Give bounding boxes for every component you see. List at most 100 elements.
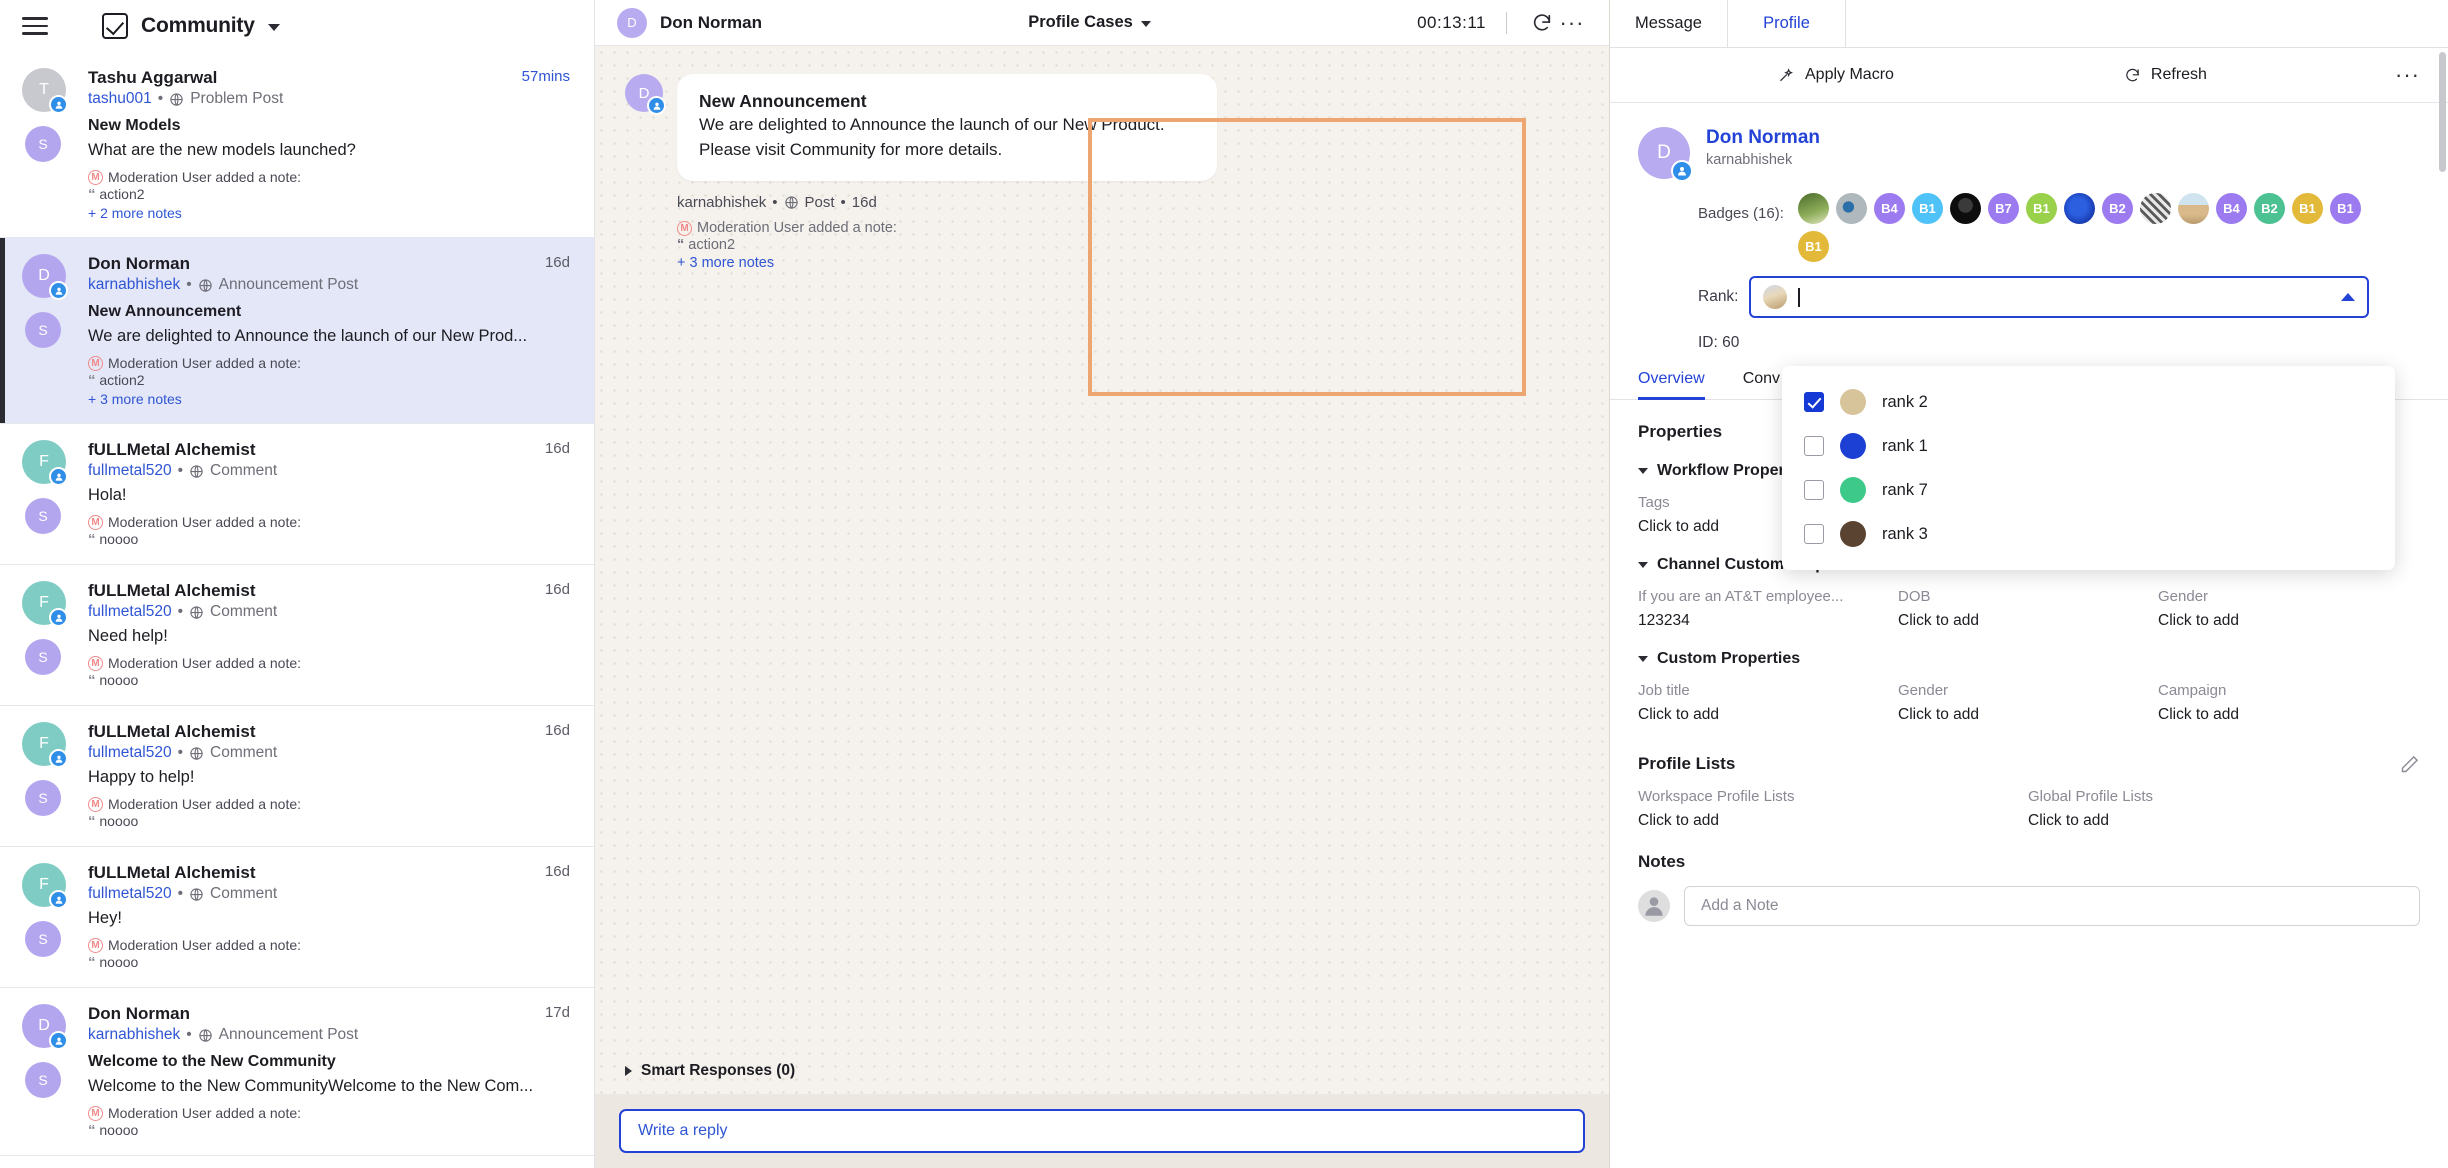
conversation-handle[interactable]: fullmetal520 [88,462,172,480]
custom-properties-header[interactable]: Custom Properties [1638,650,2420,668]
more-notes-link[interactable]: + 3 more notes [88,391,570,407]
refresh-label: Refresh [2150,66,2207,83]
rank-option-checkbox[interactable] [1804,480,1824,500]
rank-dropdown-menu[interactable]: rank 2 rank 1 rank 7 rank 3 [1782,366,2395,570]
badge-item[interactable]: B1 [1911,193,1943,224]
apply-macro-button[interactable]: Apply Macro [1778,66,1894,84]
more-notes-link[interactable]: + 2 more notes [88,205,570,221]
property-value[interactable]: 123234 [1638,612,1898,630]
conversation-list-item[interactable]: F SfULLMetal Alchemist 16d fullmetal520 • Com… [0,706,594,847]
conversation-list-item[interactable]: D S Don Norman 17d karnabhishek • Announcement… [0,988,594,1156]
conversation-list-item[interactable]: F SfULLMetal Alchemist 16d fullmetal520 • Com… [0,565,594,706]
overview-tab-overview[interactable]: Overview [1638,370,1725,400]
badges-label: Badges (16): [1698,205,1784,222]
badge-item[interactable] [1797,193,1829,224]
conversation-type: Problem Post [190,90,284,107]
rank-select-input[interactable] [1748,276,2369,318]
property-value[interactable]: Click to add [1898,706,2158,724]
rank-option-checkbox[interactable] [1804,436,1824,456]
tab-message[interactable]: Message [1610,0,1728,47]
conversation-list-item[interactable]: F SfULLMetal Alchemist 16d fullmetal520 • Com… [0,424,594,565]
rank-option[interactable]: rank 1 [1782,424,2395,468]
badge-item[interactable]: B4 [1873,193,1905,224]
rank-option-checkbox[interactable] [1804,524,1824,544]
add-note-input[interactable]: Add a Note [1684,886,2420,926]
more-options-icon[interactable]: ··· [1557,8,1587,38]
conversation-snippet: Happy to help! [88,768,195,786]
more-notes-link[interactable]: + 3 more notes [677,255,1217,271]
case-timer: 00:13:11 [1417,12,1486,32]
rank-label: Rank: [1698,288,1739,305]
profile-cases-selector[interactable]: Profile Cases [762,13,1417,32]
rank-option[interactable]: rank 2 [1782,380,2395,424]
conversation-list-item[interactable]: D S Don Norman 16d karnabhishek • Announcement… [0,238,594,424]
badge-item[interactable] [2177,193,2209,224]
rank-option[interactable]: rank 3 [1782,512,2395,556]
rank-option-label: rank 3 [1882,524,1928,543]
property-value[interactable]: Click to add [1638,812,2028,830]
property-value[interactable]: Click to add [1638,706,1898,724]
property-field: Job title Click to add [1638,682,1898,724]
property-value[interactable]: Click to add [2158,612,2418,630]
panel-scrollbar[interactable] [2439,52,2446,172]
property-field: Workspace Profile Lists Click to add [1638,788,2028,830]
quote-text: action2 [688,237,736,254]
property-label: Global Profile Lists [2028,788,2154,805]
conversation-list-item[interactable]: T S Tashu Aggarwal 57mins tashu001 • Problem P… [0,52,594,238]
channel-badge-icon [49,749,68,768]
reply-input[interactable]: Write a reply [619,1109,1585,1153]
secondary-avatar: S [25,1062,61,1098]
channel-badge-icon [49,608,68,627]
badge-item[interactable]: B2 [2101,193,2133,224]
refresh-button[interactable]: Refresh [2124,66,2207,84]
conversation-list[interactable]: T S Tashu Aggarwal 57mins tashu001 • Problem P… [0,52,594,1168]
badge-item[interactable]: B1 [2025,193,2057,224]
badge-item[interactable]: B1 [2329,193,2361,224]
rank-thumbnail-icon [1762,285,1787,309]
conversation-contact-name: Don Norman [660,12,762,32]
badge-item[interactable] [1835,193,1867,224]
badge-item[interactable]: B7 [1987,193,2019,224]
badges-grid[interactable]: B4 B1 B7 B1 B2 B4 B2 B1 B1 B1 [1797,193,2398,262]
conversation-subject: New Announcement [88,303,242,320]
tab-profile[interactable]: Profile [1728,0,1846,47]
rank-option[interactable]: rank 7 [1782,468,2395,512]
profile-name[interactable]: Don Norman [1706,127,1820,149]
badge-item[interactable] [1949,193,1981,224]
badge-item[interactable] [2063,193,2095,224]
panel-tabs[interactable]: Message Profile [1610,0,2448,48]
profile-panel: Message Profile Apply Macro Refresh ··· D… [1610,0,2448,1168]
conversation-handle[interactable]: fullmetal520 [88,885,172,903]
conversation-content: Tashu Aggarwal 57mins tashu001 • Problem Pos… [88,68,574,221]
conversation-handle[interactable]: tashu001 [88,90,152,108]
badge-item[interactable]: B4 [2215,193,2247,224]
badge-item[interactable] [2139,193,2171,224]
chevron-up-icon[interactable] [2340,293,2355,301]
globe-icon [784,195,799,210]
conversation-timestamp: 17d [544,1004,570,1021]
refresh-icon[interactable] [1527,8,1557,38]
conversation-handle[interactable]: fullmetal520 [88,603,172,621]
hamburger-menu-icon[interactable] [22,17,48,35]
edit-pencil-icon[interactable] [2400,754,2420,774]
badge-item[interactable]: B1 [2291,193,2323,224]
conversation-type: Comment [210,885,278,902]
message-thread: D New Announcement We are delighted to A… [595,46,1609,1094]
sidebar-folder-selector[interactable]: Community [102,13,280,39]
rank-option-checkbox[interactable] [1804,392,1824,412]
smart-responses-label: Smart Responses (0) [641,1062,796,1079]
conversation-handle[interactable]: karnabhishek [88,1026,180,1044]
badge-item[interactable]: B1 [1797,231,1829,262]
property-value[interactable]: Click to add [2028,812,2418,830]
chevron-down-icon[interactable] [267,24,280,31]
property-value[interactable]: Click to add [1898,612,2158,630]
property-value[interactable]: Click to add [2158,706,2418,724]
badge-item[interactable]: B2 [2253,193,2285,224]
conversation-list-item[interactable]: F SfULLMetal Alchemist 16d fullmetal520 • Com… [0,847,594,988]
conversation-content: fULLMetal Alchemist 16d fullmetal520 • Comme… [88,581,574,689]
conversation-meta: fullmetal520 • Comment [88,885,570,903]
property-field: Gender Click to add [1898,682,2158,724]
conversation-handle[interactable]: fullmetal520 [88,744,172,762]
conversation-handle[interactable]: karnabhishek [88,276,180,294]
smart-responses-toggle[interactable]: Smart Responses (0) [625,1062,795,1080]
